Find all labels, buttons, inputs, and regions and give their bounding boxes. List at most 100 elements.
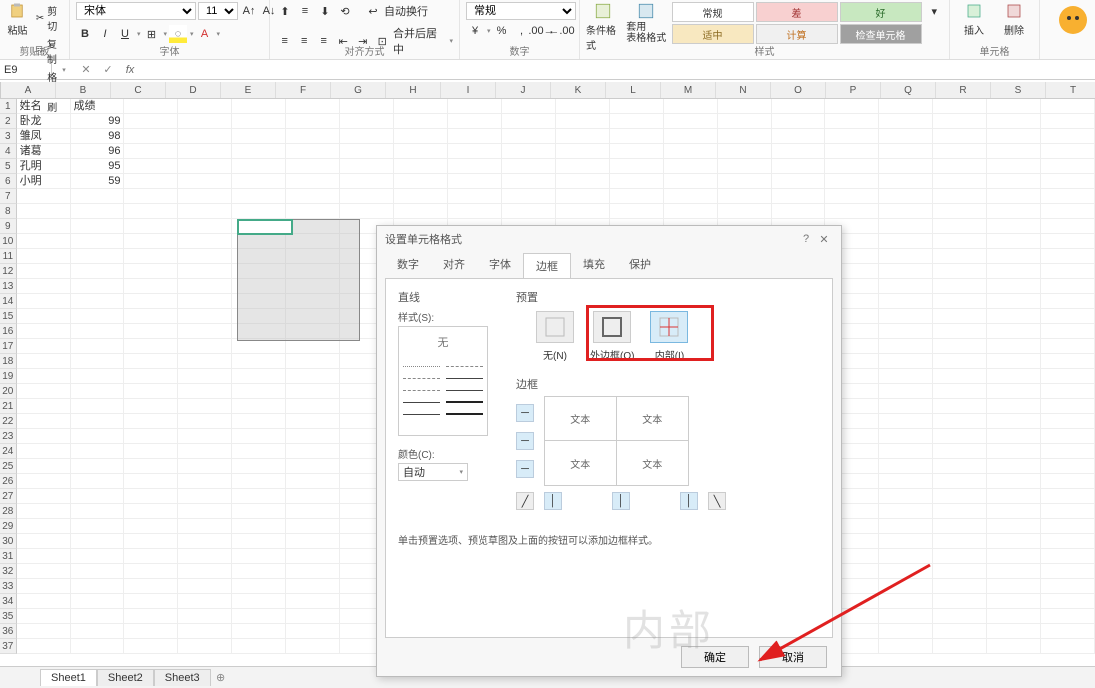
cell[interactable]	[124, 414, 178, 429]
cell[interactable]	[987, 309, 1041, 324]
cell[interactable]	[286, 144, 340, 159]
cell[interactable]	[1041, 114, 1095, 129]
cell[interactable]	[178, 399, 232, 414]
cell[interactable]	[1041, 534, 1095, 549]
cell[interactable]	[1041, 279, 1095, 294]
cell[interactable]	[232, 219, 286, 234]
cell[interactable]	[933, 609, 987, 624]
cell[interactable]	[879, 399, 933, 414]
row-header[interactable]: 10	[0, 234, 17, 249]
cell[interactable]	[1041, 429, 1095, 444]
cell[interactable]	[1041, 309, 1095, 324]
cell[interactable]	[825, 144, 879, 159]
column-header[interactable]: A	[1, 82, 56, 98]
cell[interactable]	[178, 429, 232, 444]
cancel-button[interactable]: 取消	[759, 646, 827, 668]
cell[interactable]	[124, 564, 178, 579]
cell[interactable]	[17, 399, 71, 414]
cell[interactable]	[879, 234, 933, 249]
row-header[interactable]: 29	[0, 519, 17, 534]
cell[interactable]	[1041, 189, 1095, 204]
cell[interactable]	[825, 204, 879, 219]
border-diag-up-button[interactable]: ╱	[516, 492, 534, 510]
cell[interactable]	[178, 204, 232, 219]
cell[interactable]	[556, 174, 610, 189]
cell[interactable]	[933, 534, 987, 549]
row-header[interactable]: 16	[0, 324, 17, 339]
cell[interactable]	[124, 204, 178, 219]
cell[interactable]	[933, 279, 987, 294]
cell[interactable]	[394, 204, 448, 219]
cell[interactable]	[17, 639, 71, 654]
cell[interactable]	[933, 189, 987, 204]
cell[interactable]: 成绩	[71, 99, 125, 114]
cell[interactable]	[987, 489, 1041, 504]
cell[interactable]	[71, 339, 125, 354]
cell[interactable]	[232, 429, 286, 444]
cell[interactable]	[232, 549, 286, 564]
cell[interactable]	[124, 324, 178, 339]
cell[interactable]	[556, 144, 610, 159]
close-icon[interactable]: ✕	[815, 233, 833, 246]
cell[interactable]	[556, 204, 610, 219]
cell[interactable]	[232, 519, 286, 534]
cell[interactable]	[232, 174, 286, 189]
cell[interactable]	[879, 444, 933, 459]
cell[interactable]	[933, 579, 987, 594]
cell[interactable]	[987, 264, 1041, 279]
cell[interactable]	[71, 204, 125, 219]
cell[interactable]	[178, 384, 232, 399]
cell[interactable]	[987, 249, 1041, 264]
cell[interactable]	[124, 549, 178, 564]
row-header[interactable]: 34	[0, 594, 17, 609]
cell[interactable]	[124, 99, 178, 114]
cell[interactable]	[232, 369, 286, 384]
cell[interactable]	[448, 174, 502, 189]
cell[interactable]	[71, 294, 125, 309]
cell[interactable]	[286, 474, 340, 489]
cell[interactable]	[879, 564, 933, 579]
column-header[interactable]: S	[991, 82, 1046, 98]
row-header[interactable]: 5	[0, 159, 17, 174]
cell[interactable]	[286, 159, 340, 174]
cell[interactable]	[286, 114, 340, 129]
cell[interactable]	[987, 324, 1041, 339]
cell[interactable]	[17, 219, 71, 234]
row-header[interactable]: 14	[0, 294, 17, 309]
cell[interactable]	[772, 204, 826, 219]
column-header[interactable]: K	[551, 82, 606, 98]
cell[interactable]: 小明	[17, 174, 71, 189]
cell[interactable]	[879, 129, 933, 144]
cell[interactable]	[17, 504, 71, 519]
cell[interactable]	[933, 144, 987, 159]
cell[interactable]	[17, 279, 71, 294]
cell[interactable]	[17, 474, 71, 489]
cell[interactable]	[232, 129, 286, 144]
cell[interactable]	[1041, 369, 1095, 384]
tab-number[interactable]: 数字	[385, 252, 431, 278]
cell[interactable]	[718, 204, 772, 219]
cell[interactable]	[1041, 219, 1095, 234]
increase-font-icon[interactable]: A↑	[240, 2, 258, 20]
cell[interactable]	[286, 429, 340, 444]
cell[interactable]	[178, 579, 232, 594]
cell[interactable]	[502, 174, 556, 189]
cell[interactable]	[232, 459, 286, 474]
border-bottom-button[interactable]: ─	[516, 460, 534, 478]
cell[interactable]	[987, 384, 1041, 399]
cell[interactable]	[394, 144, 448, 159]
cell[interactable]	[1041, 564, 1095, 579]
cell[interactable]	[987, 594, 1041, 609]
row-header[interactable]: 23	[0, 429, 17, 444]
cell[interactable]	[718, 144, 772, 159]
cell[interactable]	[933, 204, 987, 219]
cell[interactable]	[232, 414, 286, 429]
cell[interactable]	[124, 429, 178, 444]
styles-more-icon[interactable]: ▾	[926, 2, 943, 20]
cell[interactable]	[718, 99, 772, 114]
cell[interactable]	[71, 429, 125, 444]
cell[interactable]	[232, 534, 286, 549]
cell[interactable]	[933, 129, 987, 144]
cell[interactable]	[71, 579, 125, 594]
cell[interactable]	[718, 174, 772, 189]
